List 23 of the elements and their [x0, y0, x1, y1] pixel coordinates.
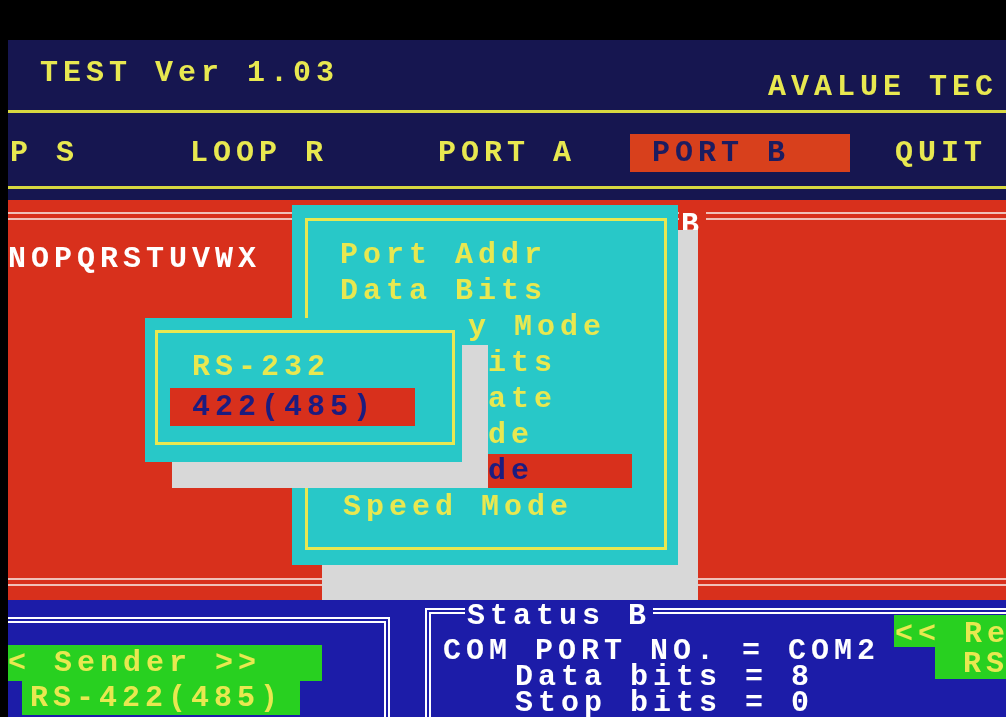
app-title: TEST Ver 1.03 — [40, 58, 340, 88]
receiver-title: << Re — [894, 615, 1006, 647]
mode-menu-item[interactable]: 422(485) — [170, 388, 415, 426]
port-menu-item[interactable]: de — [488, 454, 632, 488]
sample-text: NOPQRSTUVWX — [8, 244, 262, 274]
mode-menu-item[interactable]: RS-232 — [192, 352, 331, 382]
menu-item[interactable]: PORT A — [416, 134, 599, 172]
port-menu-item[interactable]: de — [488, 420, 534, 450]
port-menu-item[interactable]: ate — [488, 384, 557, 414]
menu-item[interactable]: PORT B — [630, 134, 850, 172]
port-menu-item[interactable]: Data Bits — [340, 276, 548, 306]
port-menu-item[interactable]: y Mode — [468, 312, 607, 342]
menu-item[interactable]: LOOP R — [168, 134, 351, 172]
menu-item[interactable]: QUIT — [873, 134, 1006, 172]
sender-mode: RS-422(485) — [22, 681, 300, 715]
company-name: AVALUE TEC — [768, 72, 999, 102]
sender-title: < Sender >> — [8, 645, 322, 681]
port-menu-item[interactable]: Port Addr — [340, 240, 548, 270]
port-menu-item[interactable]: Speed Mode — [343, 492, 574, 522]
port-menu-item[interactable]: its — [488, 348, 557, 378]
status-line: Stop bits = 0 — [515, 688, 815, 717]
menu-item[interactable]: P S — [0, 134, 101, 172]
receiver-mode: RS — [935, 647, 1006, 679]
